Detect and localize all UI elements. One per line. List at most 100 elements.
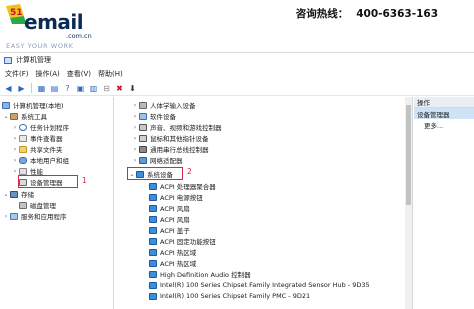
tree-system-tools-label: 系统工具 bbox=[21, 113, 47, 121]
system-device-icon bbox=[149, 270, 157, 278]
system-device-item[interactable]: ACPI 处理器聚合器 bbox=[149, 181, 216, 191]
tree-event-viewer[interactable]: › 事件查看器 bbox=[11, 133, 63, 143]
system-device-icon bbox=[149, 204, 157, 212]
device-category-label: 软件设备 bbox=[150, 113, 176, 121]
tree-local-users[interactable]: › 本地用户和组 bbox=[11, 155, 69, 165]
tree-services[interactable]: › 服务和应用程序 bbox=[2, 211, 67, 221]
callout-number-2: 2 bbox=[187, 167, 192, 176]
menu-help[interactable]: 帮助(H) bbox=[98, 69, 123, 79]
system-device-item[interactable]: Intel(R) 100 Series Chipset Family PMC -… bbox=[149, 291, 310, 301]
hotline-label: 咨询热线： bbox=[295, 8, 349, 20]
system-device-item[interactable]: ACPI 风扇 bbox=[149, 214, 190, 224]
vertical-scrollbar[interactable] bbox=[405, 97, 412, 309]
system-device-icon bbox=[149, 292, 157, 300]
computer-management-window: 计算机管理 文件(F) 操作(A) 查看(V) 帮助(H) ◀ ▶ ▦ ▤ ? … bbox=[0, 52, 474, 309]
chevron-right-icon[interactable]: › bbox=[131, 135, 139, 142]
highlight-box-2 bbox=[127, 167, 183, 180]
system-device-item[interactable]: ACPI 固定功能按钮 bbox=[149, 236, 216, 246]
system-device-label: ACPI 热区域 bbox=[160, 249, 197, 257]
chevron-down-icon[interactable]: ⌄ bbox=[2, 113, 10, 120]
hotline-number: 400-6363-163 bbox=[356, 8, 438, 20]
chevron-right-icon[interactable]: › bbox=[131, 146, 139, 153]
system-device-item[interactable]: ACPI 电源按钮 bbox=[149, 192, 203, 202]
tree-shared-folders-label: 共享文件夹 bbox=[30, 146, 63, 154]
tree-local-users-label: 本地用户和组 bbox=[30, 157, 69, 165]
services-icon bbox=[10, 212, 18, 220]
system-device-label: ACPI 热区域 bbox=[160, 260, 197, 268]
tree-task-scheduler[interactable]: › 任务计划程序 bbox=[11, 122, 69, 132]
tree-system-tools[interactable]: ⌄ 系统工具 bbox=[2, 111, 47, 121]
console-tree: 计算机管理(本地) ⌄ 系统工具 › 任务计划程序 › 事件查看器 › 共享文件… bbox=[0, 97, 114, 309]
properties-icon[interactable]: ▤ bbox=[49, 83, 60, 94]
disk-icon bbox=[19, 201, 27, 209]
system-device-label: ACPI 风扇 bbox=[160, 216, 190, 224]
system-device-item[interactable]: ACPI 热区域 bbox=[149, 258, 196, 268]
menu-action[interactable]: 操作(A) bbox=[36, 69, 60, 79]
tree-root-label: 计算机管理(本地) bbox=[13, 102, 64, 110]
system-device-icon bbox=[149, 226, 157, 234]
event-log-icon bbox=[19, 134, 27, 142]
tree-disk-management-label: 磁盘管理 bbox=[30, 202, 56, 210]
chevron-right-icon[interactable]: › bbox=[131, 113, 139, 120]
system-device-item[interactable]: High Definition Audio 控制器 bbox=[149, 269, 251, 279]
software-device-icon bbox=[139, 112, 147, 120]
uninstall-icon[interactable]: ✖ bbox=[114, 83, 125, 94]
chevron-right-icon[interactable]: › bbox=[131, 157, 139, 164]
chevron-right-icon[interactable]: › bbox=[11, 157, 19, 164]
device-category-label: 网络适配器 bbox=[150, 157, 183, 165]
device-category[interactable]: › 声音、视频和游戏控制器 bbox=[131, 122, 222, 132]
scan-hardware-icon[interactable]: ▣ bbox=[75, 83, 86, 94]
chevron-right-icon[interactable]: › bbox=[11, 168, 19, 175]
device-category[interactable]: › 软件设备 bbox=[131, 111, 176, 121]
actions-more[interactable]: 更多... bbox=[414, 119, 474, 130]
chevron-right-icon[interactable]: › bbox=[131, 124, 139, 131]
device-category[interactable]: › 通用串行总线控制器 bbox=[131, 144, 209, 154]
chevron-right-icon[interactable]: › bbox=[2, 213, 10, 220]
system-device-icon bbox=[149, 193, 157, 201]
clock-icon bbox=[19, 123, 27, 131]
tree-disk-management[interactable]: 磁盘管理 bbox=[19, 200, 56, 210]
actions-header: 操作 bbox=[414, 97, 474, 108]
title-bar: 计算机管理 bbox=[0, 53, 474, 67]
toolbar-divider bbox=[31, 83, 32, 93]
highlight-box-1 bbox=[18, 175, 78, 188]
system-device-item[interactable]: ACPI 热区域 bbox=[149, 247, 196, 257]
chevron-right-icon[interactable]: › bbox=[131, 102, 139, 109]
actions-device-manager[interactable]: 设备管理器 bbox=[414, 108, 474, 119]
device-category[interactable]: › 鼠标和其他指针设备 bbox=[131, 133, 209, 143]
show-tree-icon[interactable]: ▦ bbox=[36, 83, 47, 94]
chevron-right-icon[interactable]: › bbox=[11, 124, 19, 131]
chevron-right-icon[interactable]: › bbox=[11, 146, 19, 153]
device-category[interactable]: › 人体学输入设备 bbox=[131, 100, 196, 110]
logo-wordmark: email bbox=[24, 10, 84, 34]
chevron-down-icon[interactable]: ⌄ bbox=[2, 191, 10, 198]
tree-root[interactable]: 计算机管理(本地) bbox=[2, 100, 64, 110]
device-category-label: 人体学输入设备 bbox=[150, 102, 196, 110]
site-banner: 51 email .com.cn EASY YOUR WORK 咨询热线： 400… bbox=[0, 0, 474, 52]
actions-pane: 操作 设备管理器 更多... bbox=[414, 97, 474, 309]
menu-view[interactable]: 查看(V) bbox=[67, 69, 91, 79]
storage-icon bbox=[10, 190, 18, 198]
system-device-item[interactable]: Intel(R) 100 Series Chipset Family Integ… bbox=[149, 280, 370, 290]
system-device-item[interactable]: ACPI 风扇 bbox=[149, 203, 190, 213]
tree-shared-folders[interactable]: › 共享文件夹 bbox=[11, 144, 63, 154]
network-adapter-icon bbox=[139, 156, 147, 164]
computer-icon bbox=[2, 101, 10, 109]
usb-icon bbox=[139, 145, 147, 153]
system-device-icon bbox=[149, 281, 157, 289]
tree-storage[interactable]: ⌄ 存储 bbox=[2, 189, 34, 199]
disable-device-icon[interactable]: ⊟ bbox=[101, 83, 112, 94]
menu-bar: 文件(F) 操作(A) 查看(V) 帮助(H) bbox=[0, 67, 474, 81]
device-category[interactable]: › 网络适配器 bbox=[131, 155, 183, 165]
system-device-label: ACPI 盖子 bbox=[160, 227, 190, 235]
download-icon[interactable]: ⬇ bbox=[127, 83, 138, 94]
forward-icon[interactable]: ▶ bbox=[16, 83, 27, 94]
menu-file[interactable]: 文件(F) bbox=[5, 69, 29, 79]
help-icon[interactable]: ? bbox=[62, 83, 73, 94]
users-icon bbox=[19, 156, 27, 164]
system-device-item[interactable]: ACPI 盖子 bbox=[149, 225, 190, 235]
chevron-right-icon[interactable]: › bbox=[11, 135, 19, 142]
update-driver-icon[interactable]: ▥ bbox=[88, 83, 99, 94]
scrollbar-thumb[interactable] bbox=[406, 105, 411, 205]
back-icon[interactable]: ◀ bbox=[3, 83, 14, 94]
